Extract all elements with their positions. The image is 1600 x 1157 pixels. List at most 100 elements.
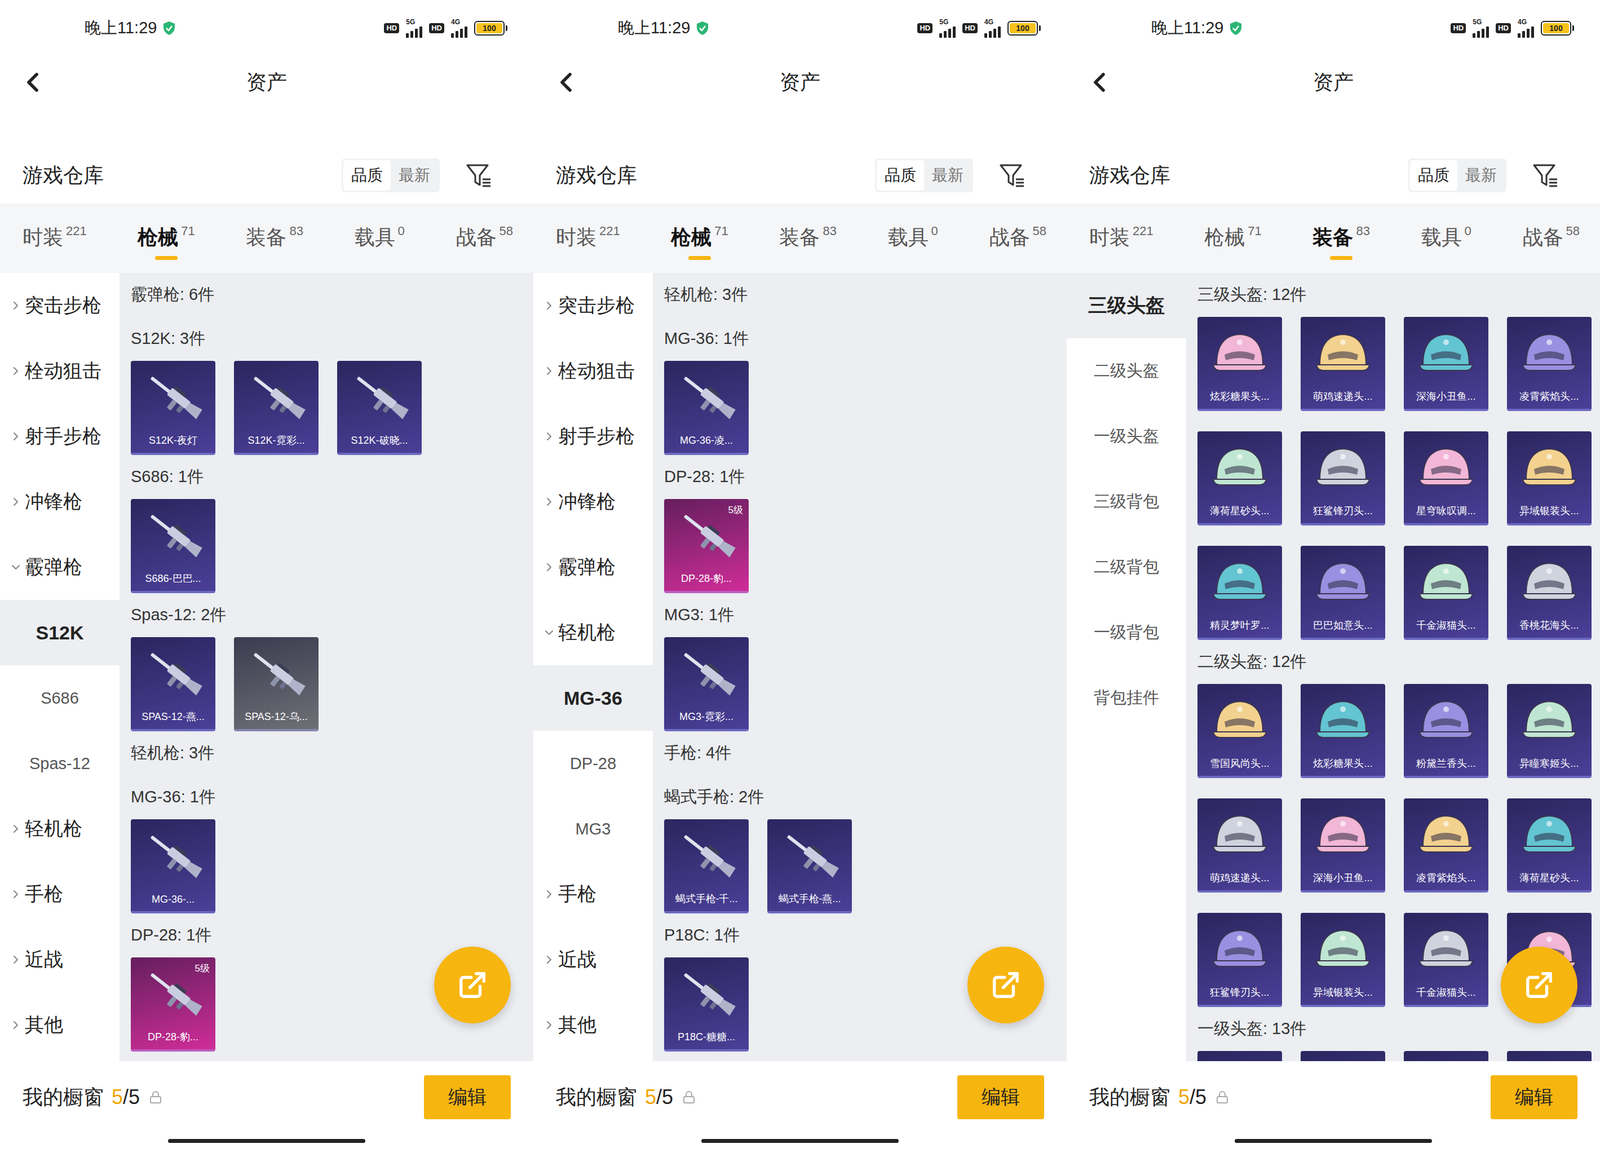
sidebar-item[interactable]: S686 [0, 665, 120, 731]
sidebar-item[interactable]: 手枪 [0, 861, 120, 927]
tab[interactable]: 载具0 [354, 223, 405, 260]
item-card[interactable]: 5级DP-28-豹... [664, 498, 749, 594]
sidebar-item[interactable]: 突击步枪 [0, 272, 120, 339]
item-card[interactable]: S12K-霓彩... [233, 360, 319, 455]
item-card[interactable]: 炫彩糖果头... [1300, 683, 1386, 779]
item-card[interactable]: 萌鸡速递头... [1300, 316, 1386, 411]
tab[interactable]: 时装221 [1089, 223, 1154, 260]
item-card[interactable]: 千金淑猫头... [1403, 545, 1489, 640]
tab[interactable]: 载具0 [1421, 223, 1472, 260]
item-card[interactable]: S12K-破晓... [337, 360, 422, 455]
item-card[interactable]: SPAS-12-燕... [130, 637, 216, 732]
filter-icon[interactable] [1531, 161, 1560, 190]
item-card[interactable]: 蝎式手枪-燕... [767, 819, 852, 914]
edit-button[interactable]: 编辑 [957, 1075, 1045, 1120]
home-indicator[interactable] [701, 1138, 899, 1143]
sidebar-item[interactable]: 栓动狙击 [533, 338, 653, 404]
back-icon[interactable] [1083, 66, 1116, 99]
item-card[interactable]: S12K-夜灯 [130, 360, 216, 455]
sidebar-item[interactable]: MG-36 [533, 665, 653, 731]
sort-option[interactable]: 品质 [1410, 160, 1458, 191]
sidebar-item[interactable]: 三级头盔 [1066, 272, 1187, 339]
back-button[interactable] [16, 66, 247, 99]
item-card[interactable]: S686-巴巴... [130, 498, 216, 594]
edit-button[interactable]: 编辑 [1490, 1075, 1578, 1120]
item-card[interactable]: 星穹咏叹调... [1403, 431, 1489, 526]
filter-icon[interactable] [464, 161, 493, 190]
sidebar-item[interactable]: 背包挂件 [1066, 665, 1187, 731]
item-card[interactable]: SPAS-12-乌... [233, 637, 319, 732]
item-card[interactable]: MG3-霓彩... [664, 637, 749, 732]
item-card[interactable]: 香桃花海头... [1506, 545, 1592, 640]
item-card[interactable]: 千金淑猫头... [1403, 912, 1489, 1007]
item-card[interactable]: 蝎式手枪-千... [664, 819, 749, 914]
tab[interactable]: 战备58 [456, 223, 514, 260]
sidebar-item[interactable]: MG3 [533, 796, 653, 862]
sidebar-item[interactable]: 突击步枪 [533, 272, 653, 339]
item-card[interactable]: 狂鲨锋刃头... [1300, 431, 1386, 526]
back-icon[interactable] [16, 66, 49, 99]
tab[interactable]: 装备83 [245, 223, 303, 260]
sidebar-item[interactable]: 轻机枪 [533, 599, 653, 666]
tab[interactable]: 枪械71 [670, 223, 728, 260]
item-card[interactable]: MG-36-凌... [664, 360, 749, 455]
item-card[interactable] [1197, 1050, 1283, 1062]
share-button[interactable] [1500, 946, 1578, 1024]
sidebar-item[interactable]: 二级头盔 [1066, 338, 1187, 404]
sidebar-item[interactable]: 射手步枪 [533, 403, 653, 470]
item-card[interactable]: 深海小丑鱼... [1403, 316, 1489, 411]
item-card[interactable] [1403, 1050, 1489, 1062]
item-card[interactable]: 巴巴如意头... [1300, 545, 1386, 640]
sort-option[interactable]: 品质 [876, 160, 925, 191]
sidebar-item[interactable]: 手枪 [533, 861, 653, 927]
item-card[interactable]: 炫彩糖果头... [1197, 316, 1283, 411]
sort-option[interactable]: 品质 [343, 160, 391, 191]
sidebar-item[interactable]: 霰弹枪 [533, 534, 653, 600]
item-card[interactable]: MG-36-... [130, 819, 216, 914]
sidebar-item[interactable]: 霰弹枪 [0, 534, 120, 600]
edit-button[interactable]: 编辑 [423, 1075, 511, 1120]
sidebar-item[interactable]: 一级背包 [1066, 599, 1187, 666]
item-card[interactable]: 5级DP-28-豹... [130, 957, 216, 1052]
home-indicator[interactable] [1234, 1138, 1432, 1143]
tab[interactable]: 战备58 [1522, 223, 1580, 260]
tab[interactable]: 时装221 [555, 223, 621, 260]
item-card[interactable]: 雪国风尚头... [1197, 683, 1283, 779]
share-icon[interactable] [457, 969, 488, 1001]
sidebar-item[interactable]: 一级头盔 [1066, 403, 1187, 470]
sidebar-item[interactable]: 近战 [533, 926, 653, 993]
item-card[interactable]: 狂鲨锋刃头... [1197, 912, 1283, 1007]
sidebar-item[interactable]: 轻机枪 [0, 796, 120, 862]
sidebar-item[interactable]: 二级背包 [1066, 534, 1187, 600]
back-button[interactable] [1083, 66, 1314, 99]
item-card[interactable]: 异瞳寒姬头... [1506, 683, 1592, 779]
tab[interactable]: 时装221 [22, 223, 87, 260]
item-card[interactable]: 异域银装头... [1506, 431, 1592, 526]
sidebar-item[interactable]: DP-28 [533, 730, 653, 797]
share-button[interactable] [967, 946, 1045, 1024]
sort-option[interactable]: 最新 [924, 160, 972, 191]
share-icon[interactable] [990, 969, 1022, 1001]
sidebar-item[interactable]: 三级背包 [1066, 469, 1187, 535]
tab[interactable]: 装备83 [1312, 223, 1370, 260]
item-card[interactable]: 薄荷星砂头... [1197, 431, 1283, 526]
tab[interactable]: 载具0 [887, 223, 939, 260]
sidebar-item[interactable]: 其他 [0, 992, 120, 1058]
sidebar-item[interactable]: Spas-12 [0, 730, 120, 797]
item-card[interactable]: 精灵梦叶罗... [1197, 545, 1283, 640]
sidebar-item[interactable]: 栓动狙击 [0, 338, 120, 404]
sidebar-item[interactable]: 射手步枪 [0, 403, 120, 470]
tab[interactable]: 战备58 [989, 223, 1047, 260]
tab[interactable]: 装备83 [779, 223, 837, 260]
tab[interactable]: 枪械71 [137, 223, 195, 260]
sidebar-item[interactable]: 冲锋枪 [533, 469, 653, 535]
home-indicator[interactable] [168, 1138, 366, 1143]
item-card[interactable]: 异域银装头... [1300, 912, 1386, 1007]
item-card[interactable]: 薄荷星砂头... [1506, 798, 1592, 893]
item-card[interactable]: 深海小丑鱼... [1300, 798, 1386, 893]
item-card[interactable]: P18C-糖糖... [664, 957, 749, 1052]
back-icon[interactable] [550, 66, 582, 99]
sidebar-item[interactable]: 冲锋枪 [0, 469, 120, 535]
sort-option[interactable]: 最新 [390, 160, 439, 191]
item-card[interactable]: 粉黛兰香头... [1403, 683, 1489, 779]
